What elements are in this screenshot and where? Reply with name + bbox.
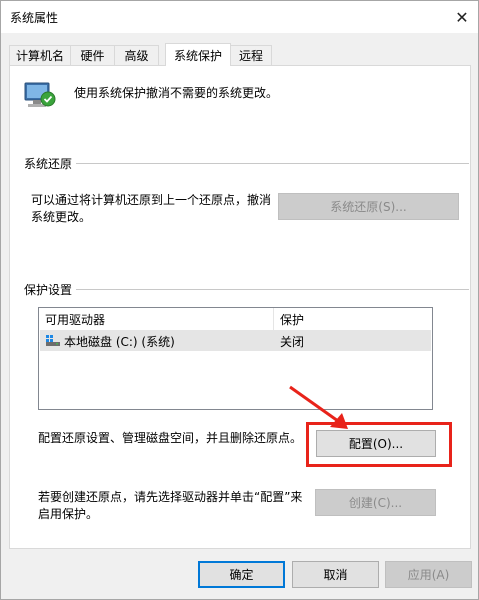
restore-description-line: 系统更改。: [31, 210, 92, 224]
restore-group-label: 系统还原: [24, 155, 77, 172]
create-description-line: 若要创建还原点，请先选择驱动器并单击“配置”来: [38, 490, 303, 504]
intro-text: 使用系统保护撤消不需要的系统更改。: [74, 86, 279, 100]
tab-advanced[interactable]: 高级: [114, 45, 159, 65]
tab-label: 远程: [238, 49, 263, 63]
ok-button[interactable]: 确定: [198, 561, 285, 588]
create-button[interactable]: 创建(C)...: [315, 489, 436, 516]
tab-remote[interactable]: 远程: [230, 45, 272, 65]
apply-button[interactable]: 应用(A): [385, 561, 472, 588]
create-description-line: 启用保护。: [38, 507, 99, 521]
protection-group-divider: [25, 289, 469, 290]
restore-group-divider: [25, 163, 469, 164]
hard-drive-icon: [46, 335, 60, 346]
tab-system-protection[interactable]: 系统保护: [165, 43, 231, 66]
button-label: 确定: [229, 568, 254, 582]
tab-hardware[interactable]: 硬件: [70, 45, 115, 65]
system-protection-icon: [24, 82, 56, 107]
configure-description: 配置还原设置、管理磁盘空间，并且删除还原点。: [38, 431, 303, 445]
window-title: 系统属性: [10, 11, 59, 25]
column-header-protection[interactable]: 保护: [274, 308, 432, 330]
close-icon[interactable]: ✕: [446, 1, 478, 33]
title-bar[interactable]: 系统属性 ✕: [1, 1, 478, 33]
drive-list[interactable]: 可用驱动器 保护 本地磁盘 (C:) (系统) 关闭: [38, 307, 433, 410]
restore-description-line: 可以通过将计算机还原到上一个还原点，撤消: [31, 193, 272, 207]
button-label: 应用(A): [407, 568, 450, 582]
drive-name: 本地磁盘 (C:) (系统): [64, 335, 175, 349]
restore-description: 可以通过将计算机还原到上一个还原点，撤消 系统更改。: [31, 192, 271, 226]
protection-group-label: 保护设置: [24, 281, 77, 298]
tab-label: 硬件: [80, 49, 105, 63]
tab-label: 计算机名: [15, 49, 64, 63]
cancel-button[interactable]: 取消: [292, 561, 379, 588]
system-properties-window: 系统属性 ✕ 计算机名 硬件 高级 系统保护 远程 使用系统保护撤消不需要的系统…: [0, 0, 479, 600]
button-label: 创建(C)...: [348, 496, 403, 510]
tab-computer-name[interactable]: 计算机名: [9, 45, 71, 65]
arrow-annotation-icon: [289, 385, 348, 429]
button-label: 取消: [323, 568, 348, 582]
drive-protection-status: 关闭: [280, 335, 305, 349]
table-row[interactable]: 本地磁盘 (C:) (系统) 关闭: [40, 330, 431, 351]
button-label: 系统还原(S)...: [330, 200, 407, 214]
tab-label: 系统保护: [173, 48, 222, 63]
create-description: 若要创建还原点，请先选择驱动器并单击“配置”来 启用保护。: [38, 489, 302, 523]
system-restore-button[interactable]: 系统还原(S)...: [278, 193, 459, 220]
tab-label: 高级: [124, 49, 149, 63]
column-header-drive[interactable]: 可用驱动器: [39, 308, 273, 330]
